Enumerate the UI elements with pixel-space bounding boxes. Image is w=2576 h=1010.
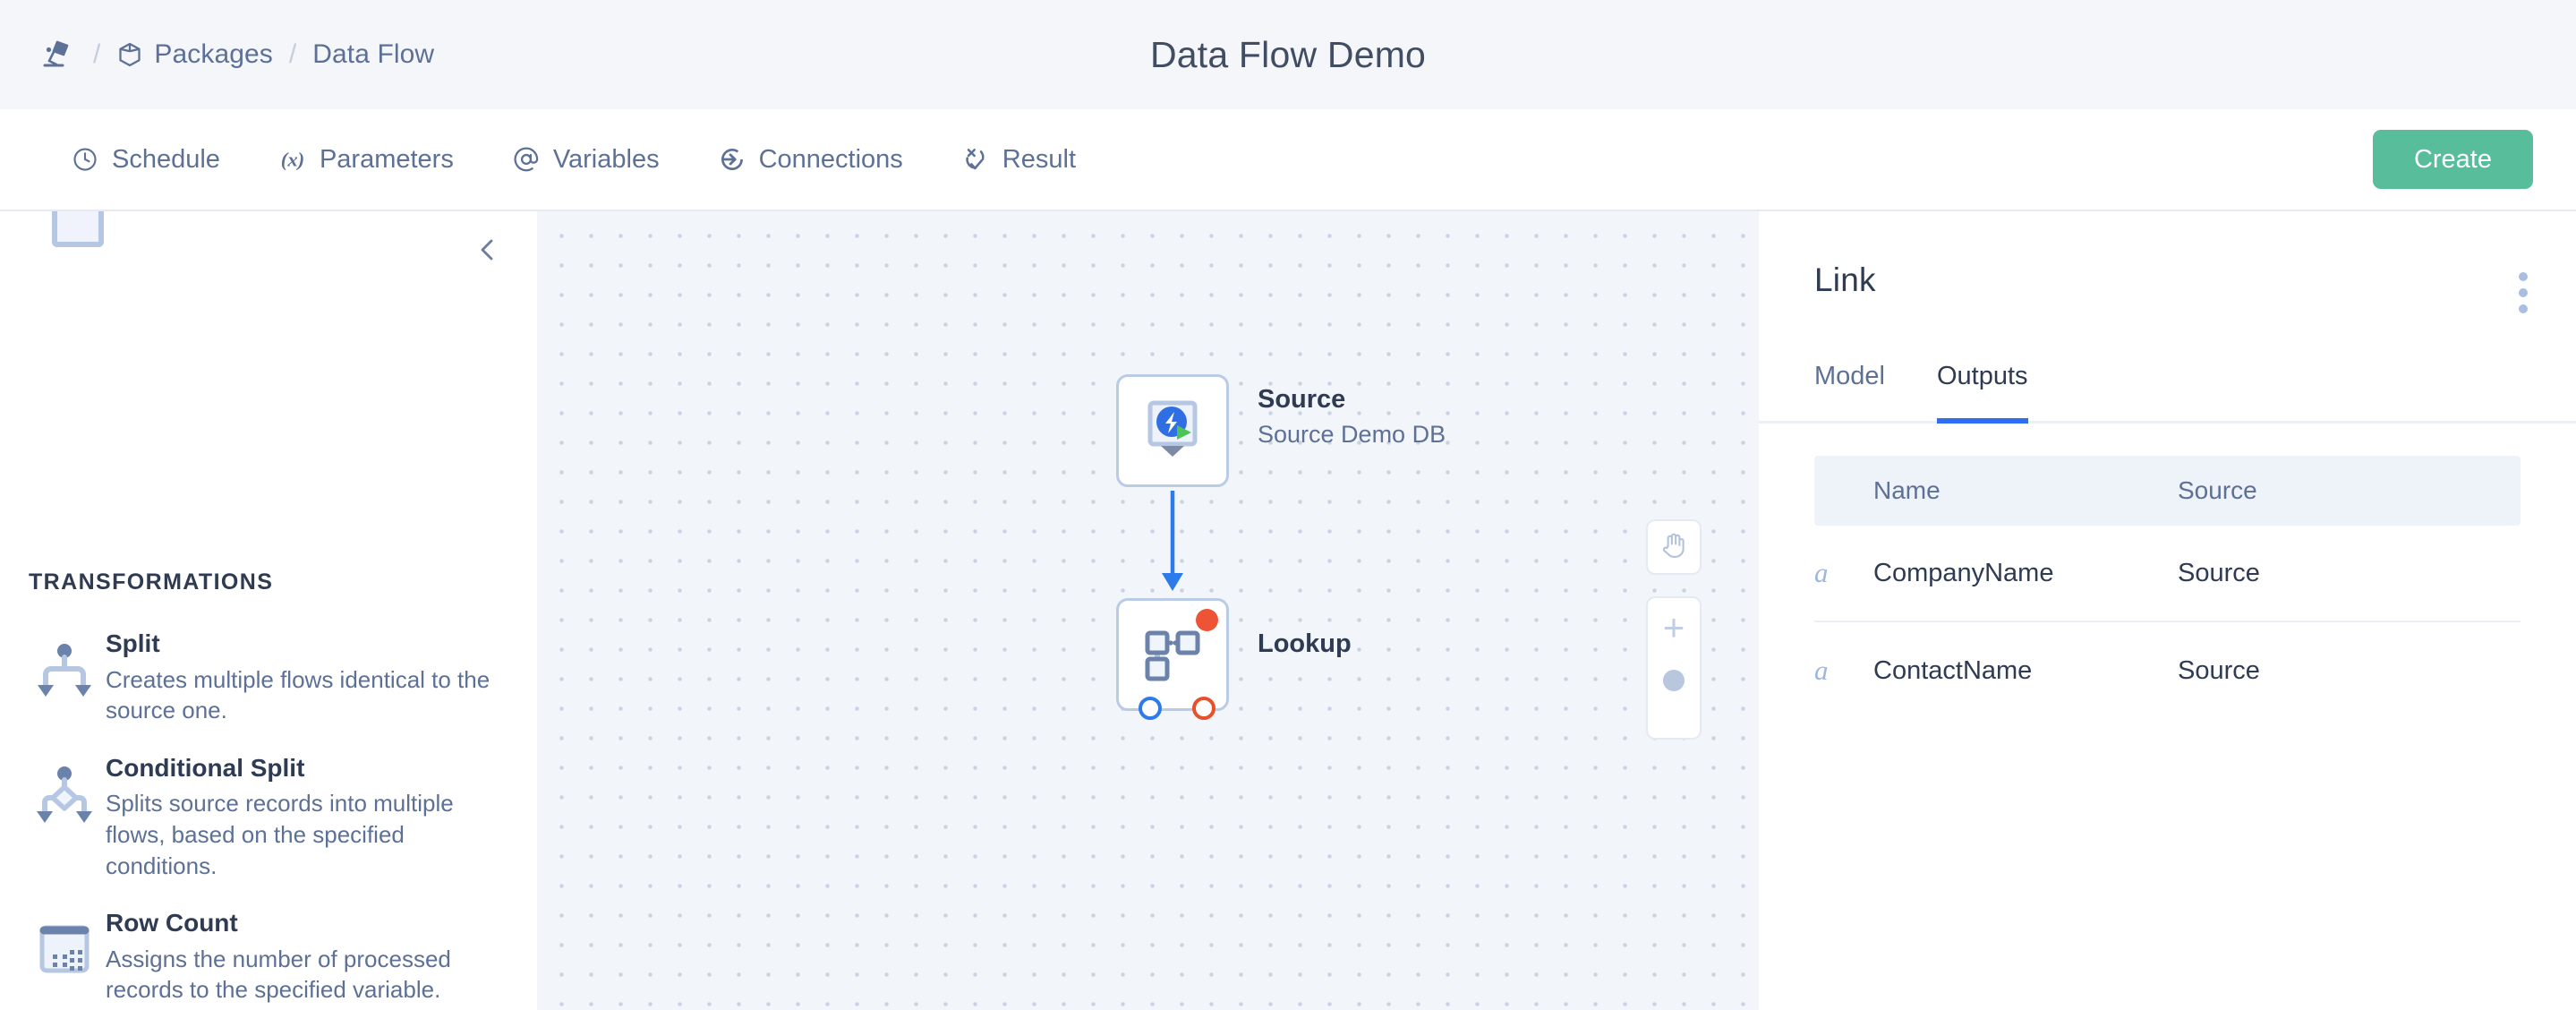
canvas-node-lookup-input-port[interactable]	[1139, 697, 1162, 720]
sidebar-item-row-count-title: Row Count	[106, 909, 238, 937]
canvas-node-source-label: Source Source Demo DB	[1258, 383, 1446, 450]
kebab-dot-1	[2519, 272, 2528, 281]
chevron-left-icon[interactable]	[465, 227, 510, 272]
canvas-pan-tool-button[interactable]	[1646, 519, 1702, 575]
sidebar-item-conditional-split-title: Conditional Split	[106, 753, 305, 782]
sidebar-item-split-desc: Creates multiple flows identical to the …	[106, 665, 490, 724]
hand-pan-icon	[1659, 530, 1689, 565]
sidebar-section-label: TRANSFORMATIONS	[29, 569, 274, 595]
outputs-cell-name: CompanyName	[1873, 558, 2054, 587]
canvas-zoom-control[interactable]: +	[1646, 596, 1702, 740]
table-row[interactable]: a CompanyName Source	[1814, 526, 2521, 622]
properties-panel: Link Model Outputs Name Source a Company…	[1759, 211, 2576, 1010]
toolbar-item-schedule[interactable]: Schedule	[70, 135, 247, 184]
kebab-dot-2	[2519, 288, 2528, 297]
outputs-table: Name Source a CompanyName Source a Conta…	[1759, 424, 2576, 719]
breadcrumb-item-packages[interactable]: Packages	[116, 39, 273, 70]
properties-panel-title: Link	[1814, 261, 1876, 298]
clock-icon	[70, 144, 100, 175]
field-type-string-icon: a	[1814, 655, 1829, 686]
toolbar-item-parameters[interactable]: (x) Parameters	[277, 135, 481, 184]
breadcrumb-label-data-flow: Data Flow	[312, 39, 435, 69]
desk-lamp-icon[interactable]	[38, 35, 77, 74]
canvas-node-source-subtitle: Source Demo DB	[1258, 421, 1446, 449]
toolbar-label-schedule: Schedule	[112, 144, 220, 174]
flow-canvas[interactable]: Source Source Demo DB Lookup +	[537, 211, 1759, 1010]
partial-cutoff-icon	[52, 211, 104, 247]
breadcrumb-separator-1: /	[93, 39, 101, 69]
source-database-icon	[1138, 394, 1207, 468]
app-root: / Packages / Data Flow Data Flow Demo Sc…	[0, 0, 2576, 1010]
toolbar-item-connections[interactable]: Connections	[717, 135, 930, 184]
properties-panel-header: Link	[1759, 211, 2576, 324]
outputs-th-name: Name	[1873, 476, 1941, 504]
at-sign-icon	[511, 144, 542, 175]
breadcrumb-label-packages: Packages	[154, 39, 273, 69]
canvas-node-lookup-title: Lookup	[1258, 629, 1352, 658]
outputs-th-source: Source	[2178, 476, 2257, 504]
toolbar-label-connections: Connections	[758, 144, 903, 174]
transformations-sidebar: TRANSFORMATIONS Split Creates multiple f…	[0, 211, 537, 1010]
canvas-node-lookup-error-badge	[1196, 609, 1218, 631]
outputs-table-header: Name Source	[1814, 456, 2521, 526]
action-toolbar: Schedule (x) Parameters Variables Connec…	[0, 109, 2576, 211]
outputs-cell-source: Source	[2178, 655, 2260, 685]
kebab-menu-icon[interactable]	[2506, 261, 2540, 324]
tab-model[interactable]: Model	[1814, 362, 1885, 424]
breadcrumb-item-data-flow[interactable]: Data Flow	[312, 39, 434, 70]
sidebar-item-row-count-text: Row Count Assigns the number of processe…	[106, 906, 516, 1006]
sidebar-item-row-count[interactable]: Row Count Assigns the number of processe…	[0, 894, 537, 1010]
canvas-node-lookup-output-port[interactable]	[1192, 697, 1215, 720]
sidebar-item-conditional-split[interactable]: Conditional Split Splits source records …	[0, 739, 537, 894]
zoom-slider-knob[interactable]	[1663, 670, 1685, 691]
split-icon	[23, 627, 106, 706]
toolbar-menu: Schedule (x) Parameters Variables Connec…	[70, 135, 1133, 184]
result-check-icon	[960, 144, 991, 175]
svg-text:(x): (x)	[281, 149, 304, 171]
main-body: TRANSFORMATIONS Split Creates multiple f…	[0, 211, 2576, 1010]
sidebar-item-split-text: Split Creates multiple flows identical t…	[106, 627, 516, 726]
zoom-in-button[interactable]: +	[1663, 609, 1685, 646]
connection-arrow-icon	[717, 144, 747, 175]
sidebar-item-row-count-desc: Assigns the number of processed records …	[106, 945, 451, 1004]
top-breadcrumb-bar: / Packages / Data Flow Data Flow Demo	[0, 0, 2576, 109]
conditional-split-icon	[23, 751, 106, 830]
sidebar-item-split-title: Split	[106, 629, 160, 657]
breadcrumb-separator-2: /	[288, 39, 297, 69]
sidebar-item-split[interactable]: Split Creates multiple flows identical t…	[0, 614, 537, 739]
outputs-cell-source: Source	[2178, 558, 2260, 587]
create-button[interactable]: Create	[2372, 130, 2533, 189]
sidebar-item-conditional-split-desc: Splits source records into multiple flow…	[106, 790, 454, 879]
toolbar-item-result[interactable]: Result	[960, 135, 1103, 184]
breadcrumb: / Packages / Data Flow	[0, 35, 434, 74]
toolbar-label-result: Result	[1002, 144, 1076, 174]
properties-panel-tabs: Model Outputs	[1759, 362, 2576, 424]
table-row[interactable]: a ContactName Source	[1814, 622, 2521, 719]
tab-outputs[interactable]: Outputs	[1937, 362, 2028, 424]
cube-icon	[116, 41, 143, 68]
parameters-fx-icon: (x)	[277, 144, 308, 175]
canvas-node-lookup[interactable]	[1116, 598, 1229, 720]
row-count-icon	[23, 906, 106, 981]
canvas-node-source[interactable]	[1116, 374, 1229, 487]
toolbar-item-variables[interactable]: Variables	[511, 135, 687, 184]
outputs-cell-name: ContactName	[1873, 655, 2033, 685]
toolbar-label-parameters: Parameters	[319, 144, 454, 174]
toolbar-label-variables: Variables	[552, 144, 660, 174]
canvas-node-source-title: Source	[1258, 385, 1346, 414]
field-type-string-icon: a	[1814, 557, 1829, 588]
sidebar-item-conditional-split-text: Conditional Split Splits source records …	[106, 751, 516, 881]
canvas-node-lookup-label: Lookup	[1258, 628, 1352, 660]
kebab-dot-3	[2519, 304, 2528, 313]
transformations-list: Split Creates multiple flows identical t…	[0, 614, 537, 1010]
page-title: Data Flow Demo	[1149, 33, 1427, 75]
lookup-icon	[1141, 621, 1204, 689]
